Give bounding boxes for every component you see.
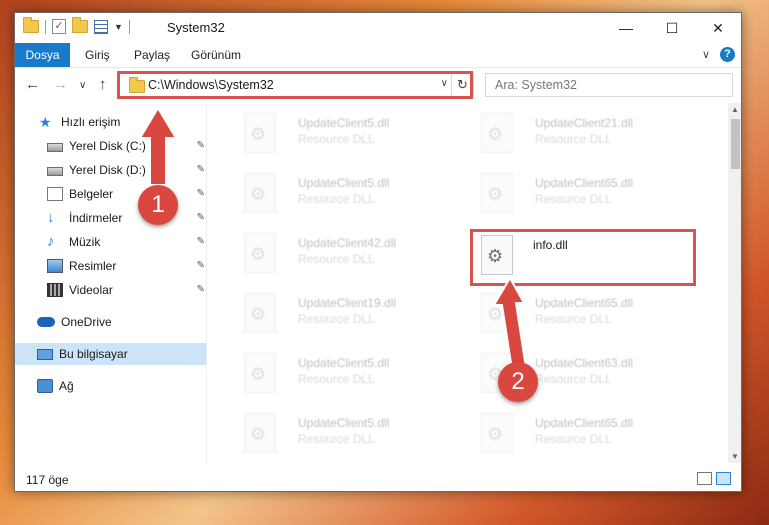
annotation-arrows: [138, 106, 528, 372]
arrow-up-icon: [138, 106, 178, 186]
step-badge-1: 1: [138, 185, 178, 225]
arrow-up-icon: [492, 275, 528, 372]
step-badge-2: 2: [498, 362, 538, 402]
